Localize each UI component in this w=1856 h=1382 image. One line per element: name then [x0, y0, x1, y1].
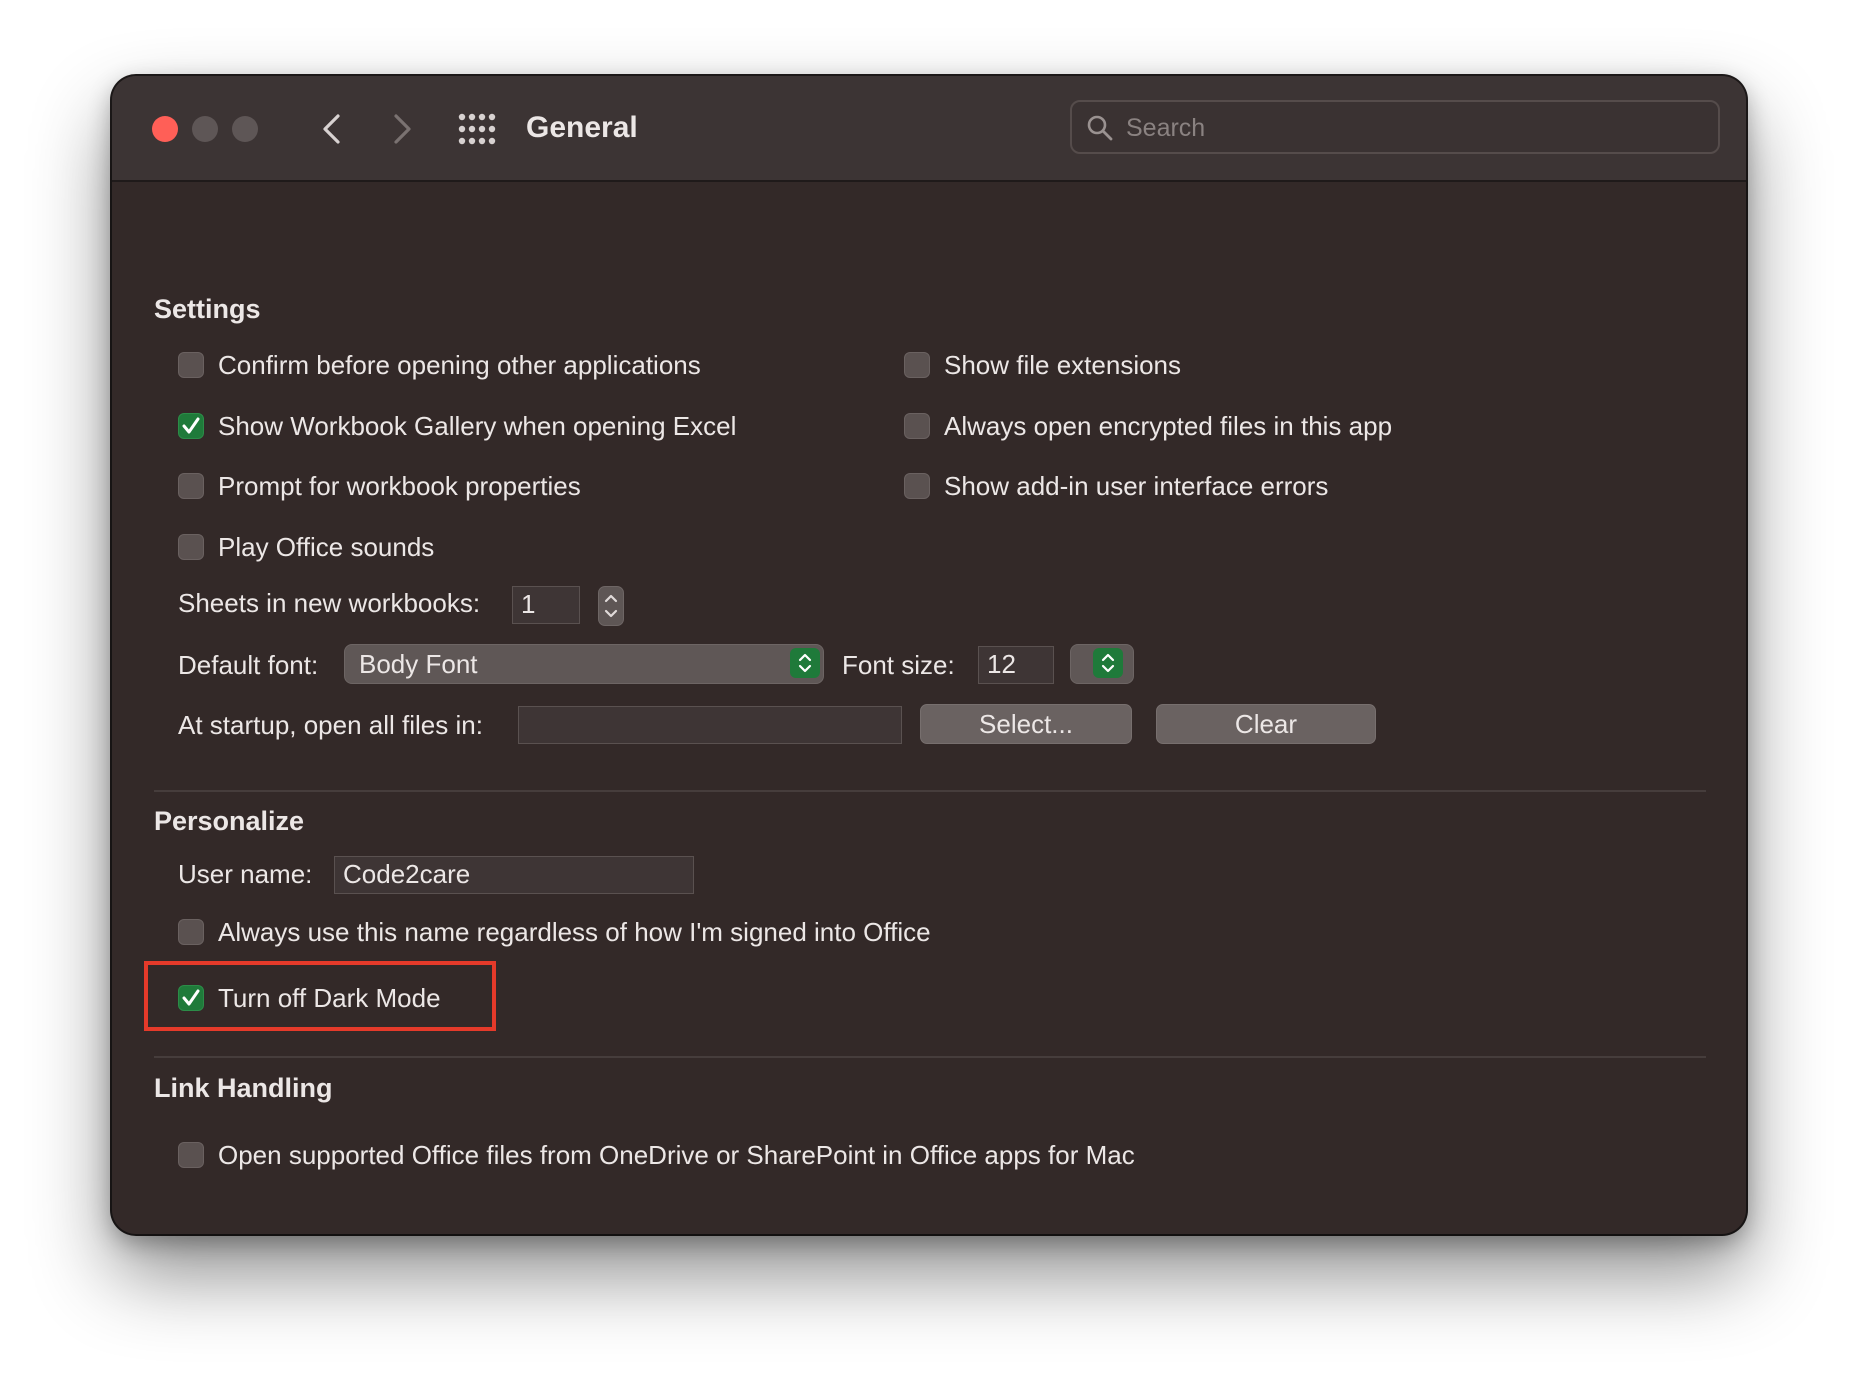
font-size-label: Font size:: [842, 650, 955, 680]
select-arrows-icon: [790, 648, 820, 678]
settings-heading: Settings: [154, 294, 261, 324]
checkbox-label: Show add-in user interface errors: [944, 470, 1329, 501]
checkbox-checked[interactable]: [178, 413, 204, 439]
forward-button[interactable]: [382, 104, 422, 154]
chevron-left-icon: [323, 114, 340, 144]
close-window-button[interactable]: [152, 116, 178, 142]
prompt-workbook-properties-option[interactable]: Prompt for workbook properties: [178, 466, 581, 506]
link-handling-heading: Link Handling: [154, 1073, 333, 1103]
checkbox-label: Show file extensions: [944, 349, 1182, 380]
checkbox[interactable]: [178, 352, 204, 378]
search-box[interactable]: [1070, 100, 1720, 154]
search-icon: [1087, 115, 1113, 141]
user-name-input[interactable]: Code2care: [334, 856, 694, 894]
checkbox[interactable]: [178, 473, 204, 499]
always-use-name-option[interactable]: Always use this name regardless of how I…: [178, 912, 931, 952]
checkbox-label: Prompt for workbook properties: [218, 470, 581, 501]
checkbox-label: Open supported Office files from OneDriv…: [218, 1139, 1135, 1170]
stepper-arrows-icon: [604, 594, 618, 618]
checkbox-label: Confirm before opening other application…: [218, 349, 701, 380]
section-divider: [154, 1056, 1706, 1058]
checkbox[interactable]: [178, 919, 204, 945]
default-font-label: Default font:: [178, 650, 319, 680]
checkbox-label: Turn off Dark Mode: [218, 982, 441, 1013]
section-divider: [154, 790, 1706, 792]
always-open-encrypted-option[interactable]: Always open encrypted files in this app: [904, 406, 1392, 446]
personalize-heading: Personalize: [154, 806, 305, 836]
font-size-select[interactable]: [1070, 644, 1134, 684]
select-button[interactable]: Select...: [920, 704, 1132, 744]
window-title: General: [526, 111, 638, 144]
user-name-label: User name:: [178, 859, 313, 889]
chevron-right-icon: [394, 114, 411, 144]
checkbox[interactable]: [904, 352, 930, 378]
default-font-value: Body Font: [359, 649, 478, 679]
show-workbook-gallery-option[interactable]: Show Workbook Gallery when opening Excel: [178, 406, 736, 446]
checkbox-checked[interactable]: [178, 985, 204, 1011]
checkmark-icon: [182, 417, 200, 434]
startup-label: At startup, open all files in:: [178, 710, 483, 740]
title-bar: General: [112, 76, 1746, 182]
turn-off-dark-mode-option[interactable]: Turn off Dark Mode: [178, 978, 441, 1018]
font-size-input[interactable]: 12: [978, 646, 1054, 684]
play-office-sounds-option[interactable]: Play Office sounds: [178, 527, 434, 567]
select-arrows-icon: [1093, 648, 1123, 678]
minimize-window-button[interactable]: [192, 116, 218, 142]
confirm-before-opening-option[interactable]: Confirm before opening other application…: [178, 345, 701, 385]
startup-folder-input[interactable]: [518, 706, 902, 744]
sheets-input[interactable]: 1: [512, 586, 580, 624]
preferences-window: General Settings Confirm before opening …: [112, 76, 1746, 1234]
checkbox-label: Always open encrypted files in this app: [944, 410, 1393, 441]
show-all-grid-icon[interactable]: [458, 112, 496, 146]
sheets-stepper[interactable]: [598, 586, 624, 626]
checkmark-icon: [182, 989, 200, 1006]
default-font-select[interactable]: Body Font: [344, 644, 824, 684]
search-input[interactable]: [1124, 106, 1708, 150]
checkbox[interactable]: [904, 473, 930, 499]
maximize-window-button[interactable]: [232, 116, 258, 142]
checkbox-label: Always use this name regardless of how I…: [218, 916, 931, 947]
clear-button[interactable]: Clear: [1156, 704, 1376, 744]
checkbox[interactable]: [178, 534, 204, 560]
back-button[interactable]: [312, 104, 352, 154]
show-file-extensions-option[interactable]: Show file extensions: [904, 345, 1181, 385]
checkbox-label: Show Workbook Gallery when opening Excel: [218, 410, 737, 441]
sheets-label: Sheets in new workbooks:: [178, 588, 481, 618]
show-addin-errors-option[interactable]: Show add-in user interface errors: [904, 466, 1328, 506]
checkbox[interactable]: [178, 1142, 204, 1168]
open-supported-files-option[interactable]: Open supported Office files from OneDriv…: [178, 1135, 1135, 1175]
checkbox[interactable]: [904, 413, 930, 439]
checkbox-label: Play Office sounds: [218, 531, 435, 562]
